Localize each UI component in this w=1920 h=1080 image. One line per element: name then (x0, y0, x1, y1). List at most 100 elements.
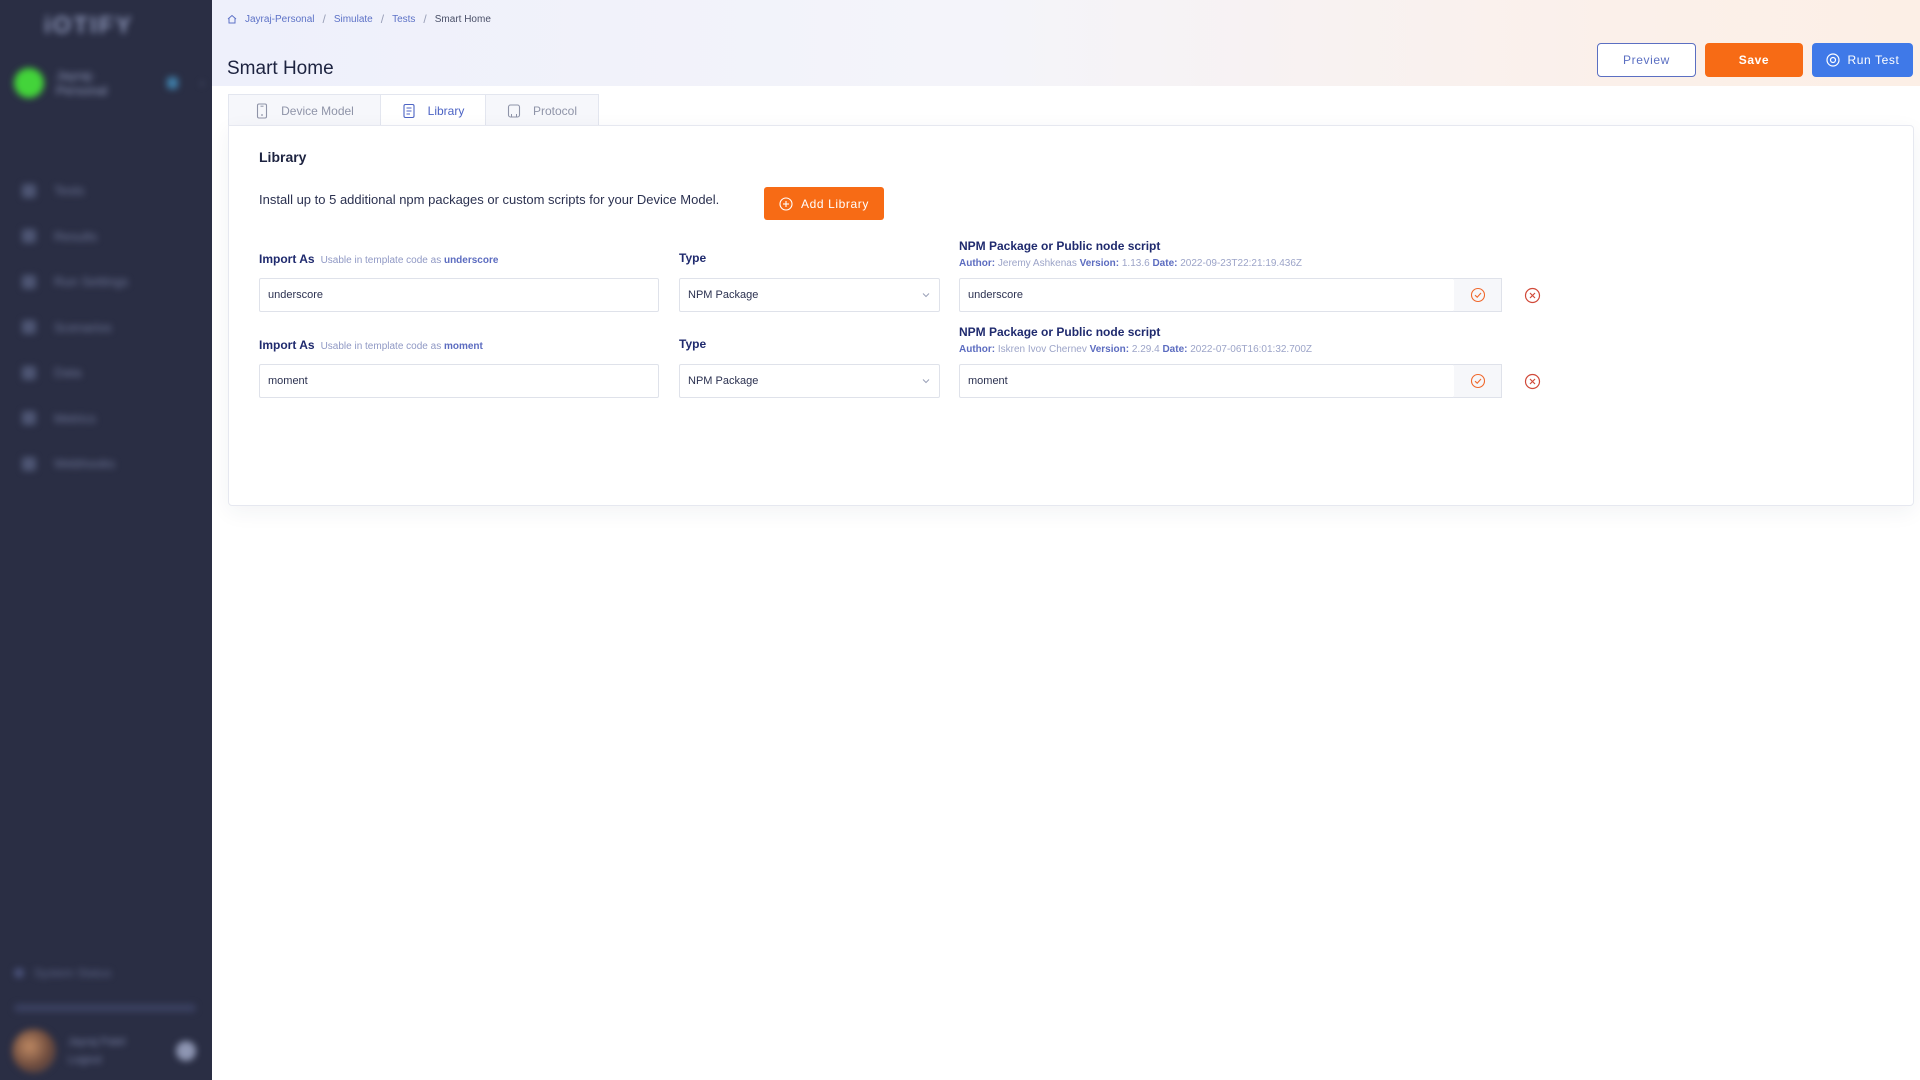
breadcrumb: Jayraj-Personal / Simulate / Tests / Sma… (227, 12, 491, 26)
library-description: Install up to 5 additional npm packages … (259, 192, 720, 207)
import-as-label: Import As Usable in template code as mome… (259, 338, 483, 352)
type-label: Type (679, 251, 707, 265)
save-button-label: Save (1738, 53, 1770, 67)
chevron-down-icon (922, 379, 930, 384)
sidebar-item-webhooks[interactable]: Webhooks (22, 441, 202, 487)
scenarios-icon (22, 320, 36, 335)
run-icon (1825, 53, 1840, 67)
author-value: Jeremy Ashkenas (997, 258, 1077, 269)
tab-label: Protocol (532, 103, 578, 118)
library-row: Import As Usable in template code as mome… (259, 325, 1559, 401)
workspace-settings-icon[interactable] (166, 77, 178, 89)
sidebar-item-run-settings[interactable]: Run Settings (22, 259, 202, 305)
sidebar-item-metrics[interactable]: Metrics (22, 396, 202, 442)
breadcrumb-separator: / (322, 12, 326, 26)
import-as-hint: Usable in template code as underscore (321, 255, 499, 266)
remove-circle-icon[interactable] (1524, 373, 1541, 390)
version-value: 2.29.4 (1131, 344, 1160, 355)
webhooks-icon (22, 456, 36, 471)
preview-button[interactable]: Preview (1597, 43, 1696, 77)
date-label: Date: (1152, 258, 1178, 269)
sidebar-item-data[interactable]: Data (22, 350, 202, 396)
system-status-label: System Status (34, 966, 112, 980)
preview-button-label: Preview (1623, 53, 1670, 67)
verify-button[interactable] (1454, 364, 1502, 398)
breadcrumb-separator: / (423, 12, 427, 26)
tab-label: Library (427, 103, 465, 118)
version-value: 1.13.6 (1121, 258, 1150, 269)
system-status[interactable]: System Status (14, 966, 111, 980)
tab-bar: Device Model Library Protocol (228, 94, 599, 126)
app-logo[interactable]: iOTIFY (44, 12, 133, 40)
workspace-switcher[interactable]: Jayraj-Personal › (14, 68, 204, 98)
type-select-value: NPM Package (688, 289, 759, 301)
author-label: Author: (959, 344, 996, 355)
import-as-label: Import As Usable in template code as unde… (259, 252, 498, 266)
verify-button[interactable] (1454, 278, 1502, 312)
user-text: Jayraj Patel Logout (68, 1036, 125, 1066)
chevron-down-icon (922, 293, 930, 298)
plus-circle-icon (779, 196, 793, 211)
sidebar-item-label: Tests (54, 183, 85, 199)
library-icon (403, 103, 415, 118)
import-as-text: Import As (259, 252, 315, 266)
sidebar-item-label: Scenarios (54, 319, 112, 335)
package-label: NPM Package or Public node script (959, 239, 1161, 253)
breadcrumb-simulate[interactable]: Simulate (334, 14, 373, 25)
package-input[interactable]: moment (959, 364, 1455, 398)
run-test-button[interactable]: Run Test (1812, 43, 1913, 77)
logout-link[interactable]: Logout (68, 1054, 125, 1066)
protocol-icon (507, 103, 521, 118)
check-circle-icon (1470, 287, 1485, 303)
save-button[interactable]: Save (1705, 43, 1803, 77)
sidebar-item-label: Metrics (54, 410, 96, 426)
sidebar-divider (14, 1004, 196, 1012)
date-label: Date: (1162, 344, 1188, 355)
tab-label: Device Model (281, 103, 354, 118)
import-as-hint: Usable in template code as moment (321, 341, 483, 352)
tab-device-model[interactable]: Device Model (228, 94, 381, 126)
sidebar-item-label: Webhooks (54, 456, 116, 472)
data-icon (22, 365, 36, 380)
sidebar-item-label: Results (54, 228, 98, 244)
import-as-text: Import As (259, 338, 315, 352)
breadcrumb-workspace[interactable]: Jayraj-Personal (245, 14, 314, 25)
package-input[interactable]: underscore (959, 278, 1455, 312)
sidebar-item-scenarios[interactable]: Scenarios (22, 305, 202, 351)
breadcrumb-separator: / (380, 12, 385, 26)
user-profile[interactable]: Jayraj Patel Logout (12, 1026, 202, 1076)
run-settings-icon (22, 274, 36, 289)
sidebar-item-tests[interactable]: Tests (22, 168, 202, 214)
library-panel: Library Install up to 5 additional npm p… (228, 125, 1914, 506)
sidebar: iOTIFY Jayraj-Personal › Tests Results R… (0, 0, 212, 1080)
chevron-right-icon[interactable]: › (200, 76, 204, 90)
library-title: Library (259, 149, 307, 165)
usable-hint-text: Usable in template code as (320, 255, 442, 266)
workspace-name: Jayraj-Personal (56, 68, 108, 98)
sidebar-item-results[interactable]: Results (22, 214, 202, 260)
tab-library[interactable]: Library (380, 94, 486, 126)
add-library-button[interactable]: Add Library (764, 187, 884, 220)
device-icon (257, 102, 268, 119)
tests-icon (22, 183, 36, 198)
add-library-label: Add Library (801, 196, 869, 211)
import-as-input[interactable]: underscore (259, 278, 659, 312)
tab-protocol[interactable]: Protocol (485, 94, 599, 126)
type-select[interactable]: NPM Package (679, 278, 940, 312)
sidebar-item-label: Data (54, 365, 82, 381)
import-as-input[interactable]: moment (259, 364, 659, 398)
page-title: Smart Home (227, 58, 334, 79)
breadcrumb-tests[interactable]: Tests (392, 14, 415, 25)
status-dot-icon (14, 968, 24, 978)
check-circle-icon (1470, 373, 1485, 389)
usable-hint-text: Usable in template code as (320, 341, 442, 352)
type-select[interactable]: NPM Package (679, 364, 940, 398)
remove-circle-icon[interactable] (1524, 287, 1541, 304)
type-select-value: NPM Package (688, 375, 759, 387)
package-meta: Author: Iskren Ivov Chernev Version: 2.2… (959, 344, 1312, 355)
avatar[interactable] (12, 1029, 56, 1073)
results-icon (22, 229, 36, 244)
user-menu-icon[interactable] (176, 1041, 196, 1061)
sidebar-nav: Tests Results Run Settings Scenarios Dat… (22, 168, 202, 487)
version-label: Version: (1089, 344, 1130, 355)
